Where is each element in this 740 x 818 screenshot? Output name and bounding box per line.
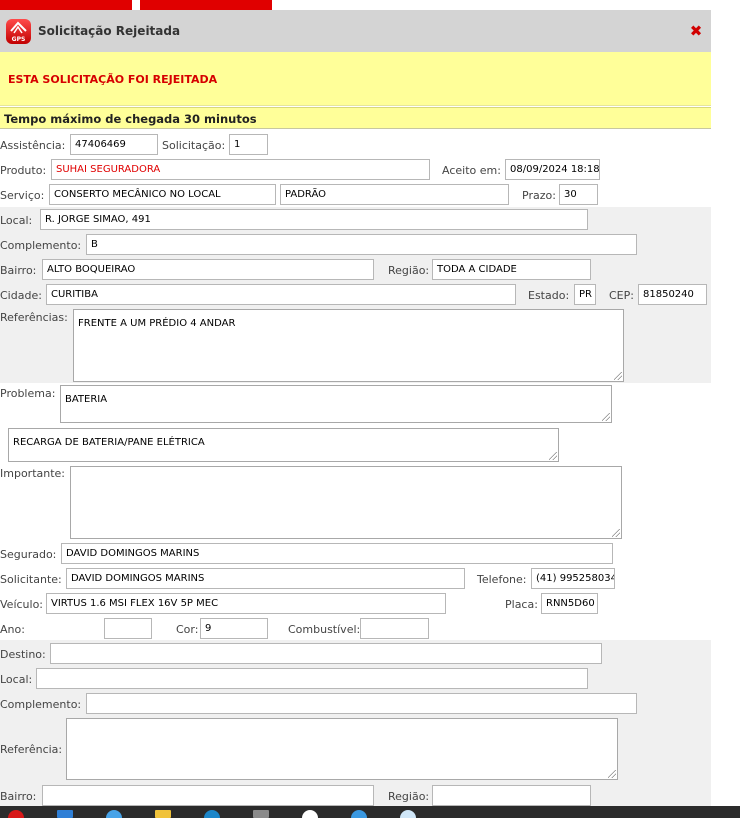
label-regiao: Região: [388,264,430,277]
label-complemento: Complemento: [0,239,82,252]
referencia-destino-textarea[interactable] [66,718,618,780]
ano-field[interactable] [104,618,152,639]
resize-grip-icon[interactable] [608,770,616,778]
label-cor: Cor: [176,623,199,636]
resize-grip-icon[interactable] [614,372,622,380]
taskbar-app-icon[interactable] [253,810,269,818]
estado-field[interactable]: PR [574,284,596,305]
gps-app-icon: GPS [6,19,31,44]
label-complemento-destino: Complemento: [0,698,82,711]
complemento-destino-field[interactable] [86,693,637,714]
label-destino: Destino: [0,648,46,661]
bairro-destino-field[interactable] [42,785,374,806]
aceito-field[interactable]: 08/09/2024 18:18 [505,159,600,180]
regiao-field[interactable]: TODA A CIDADE [432,259,591,280]
window-title: Solicitação Rejeitada [38,24,181,38]
cidade-field[interactable]: CURITIBA [46,284,516,305]
veiculo-field[interactable]: VIRTUS 1.6 MSI FLEX 16V 5P MEC [46,593,446,614]
title-bar: GPS Solicitação Rejeitada ✖ [0,10,711,52]
label-local: Local: [0,214,33,227]
label-solicitacao: Solicitação: [162,139,226,152]
bairro-field[interactable]: ALTO BOQUEIRAO [42,259,374,280]
label-ano: Ano: [0,623,25,636]
dialog-panel: GPS Solicitação Rejeitada ✖ ESTA SOLICIT… [0,10,711,806]
label-regiao-destino: Região: [388,790,430,803]
label-cidade: Cidade: [0,289,42,302]
problema-textarea[interactable]: BATERIA [60,385,612,423]
label-assistencia: Assistência: [0,139,66,152]
label-referencias: Referências: [0,311,68,324]
combustivel-field[interactable] [360,618,429,639]
label-produto: Produto: [0,164,47,177]
produto-field[interactable]: SUHAI SEGURADORA [51,159,430,180]
taskbar-app-icon[interactable] [155,810,171,818]
label-referencia-destino: Referência: [0,743,63,756]
label-bairro: Bairro: [0,264,37,277]
arrival-time-banner: Tempo máximo de chegada 30 minutos [0,107,711,129]
label-segurado: Segurado: [0,548,57,561]
rejected-alert: ESTA SOLICITAÇÃO FOI REJEITADA [0,52,711,106]
servico-field[interactable]: CONSERTO MECÂNICO NO LOCAL [49,184,276,205]
complemento-field[interactable]: B [86,234,637,255]
prazo-field[interactable]: 30 [559,184,598,205]
solicitante-field[interactable]: DAVID DOMINGOS MARINS [66,568,465,589]
servico-tipo-field[interactable]: PADRÃO [280,184,509,205]
local-destino-field[interactable] [36,668,588,689]
problema-detalhe-text: RECARGA DE BATERIA/PANE ELÉTRICA [13,437,205,448]
referencias-text: FRENTE A UM PRÉDIO 4 ANDAR [78,318,236,329]
top-button-contact[interactable] [140,0,272,10]
top-button-left[interactable] [0,0,132,10]
solicitacao-field[interactable]: 1 [229,134,268,155]
label-importante: Importante: [0,467,66,480]
label-prazo: Prazo: [522,189,556,202]
segurado-field[interactable]: DAVID DOMINGOS MARINS [61,543,613,564]
resize-grip-icon[interactable] [549,452,557,460]
rejected-alert-text: ESTA SOLICITAÇÃO FOI REJEITADA [8,73,218,86]
referencias-textarea[interactable]: FRENTE A UM PRÉDIO 4 ANDAR [73,309,624,382]
label-problema: Problema: [0,387,56,400]
label-solicitante: Solicitante: [0,573,62,586]
label-veiculo: Veículo: [0,598,44,611]
arrival-time-text: Tempo máximo de chegada 30 minutos [4,112,257,126]
problema-text: BATERIA [65,394,108,405]
label-aceito: Aceito em: [442,164,501,177]
telefone-field[interactable]: (41) 995258034 [531,568,615,589]
resize-grip-icon[interactable] [602,413,610,421]
cor-field[interactable]: 9 [200,618,268,639]
resize-grip-icon[interactable] [612,529,620,537]
destino-field[interactable] [50,643,602,664]
placa-field[interactable]: RNN5D60 [541,593,598,614]
cep-field[interactable]: 81850240 [638,284,707,305]
label-telefone: Telefone: [477,573,527,586]
importante-textarea[interactable] [70,466,622,539]
label-local-destino: Local: [0,673,33,686]
local-field[interactable]: R. JORGE SIMAO, 491 [40,209,588,230]
problema-detalhe-textarea[interactable]: RECARGA DE BATERIA/PANE ELÉTRICA [8,428,559,462]
app-icon-label: GPS [11,36,26,43]
taskbar-app-icon[interactable] [57,810,73,818]
label-combustivel: Combustível: [288,623,361,636]
close-icon[interactable]: ✖ [688,23,704,39]
regiao-destino-field[interactable] [432,785,591,806]
label-servico: Serviço: [0,189,45,202]
label-cep: CEP: [609,289,634,302]
label-bairro-destino: Bairro: [0,790,37,803]
label-placa: Placa: [505,598,538,611]
assistencia-field[interactable]: 47406469 [70,134,158,155]
label-estado: Estado: [528,289,570,302]
